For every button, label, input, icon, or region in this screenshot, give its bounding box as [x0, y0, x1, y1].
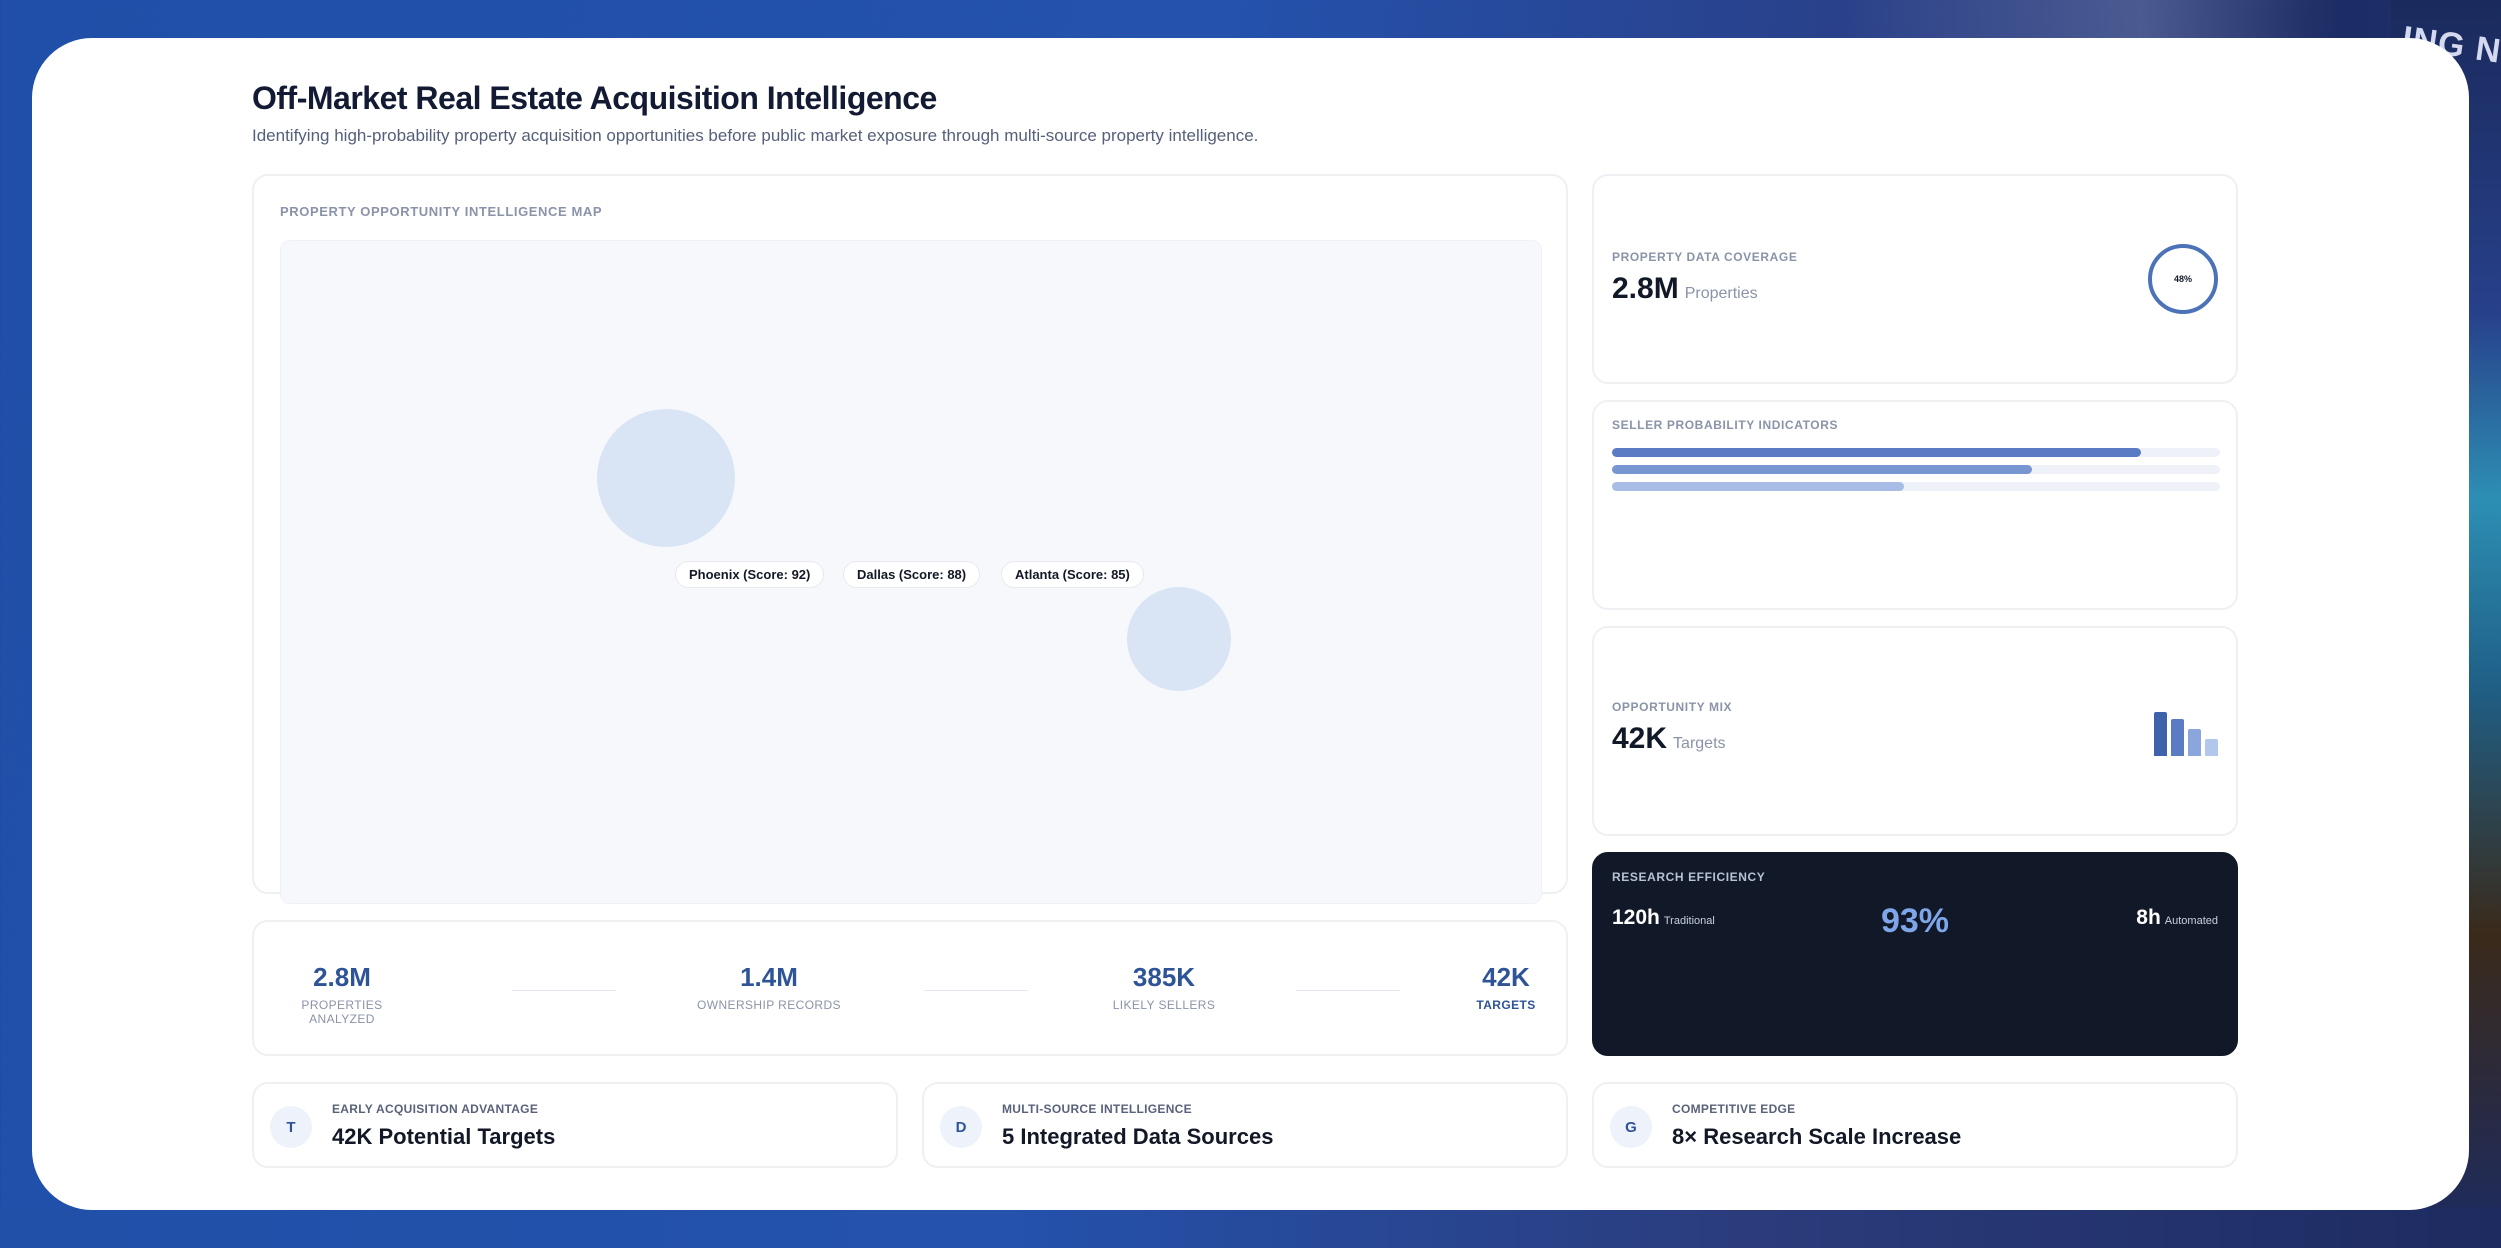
- efficiency-automated-label: Automated: [2164, 915, 2218, 927]
- opportunity-mix-unit: Targets: [1673, 735, 1726, 752]
- dashboard-card: Off-Market Real Estate Acquisition Intel…: [32, 38, 2469, 1210]
- map-bubble-atlanta[interactable]: [1127, 587, 1231, 691]
- stat-label: OWNERSHIP RECORDS: [697, 998, 841, 1012]
- efficiency-row: 120h Traditional 93% 8h Automated: [1612, 902, 2218, 942]
- background-glow: [1841, 0, 2341, 40]
- feature-value: 42K Potential Targets: [332, 1124, 556, 1149]
- seller-bar-track: [1612, 482, 2220, 491]
- map-pin-dallas[interactable]: Dallas (Score: 88): [843, 561, 981, 588]
- stat-value: 42K: [1482, 962, 1530, 992]
- coverage-card[interactable]: PROPERTY DATA COVERAGE 2.8M Properties 48…: [1592, 174, 2238, 384]
- background-bottom-band: [0, 1208, 2501, 1248]
- mix-bar: [2188, 729, 2201, 756]
- map-pin-phoenix[interactable]: Phoenix (Score: 92): [675, 561, 825, 588]
- coverage-unit: Properties: [1684, 285, 1758, 302]
- feature-value: 8× Research Scale Increase: [1672, 1124, 1962, 1149]
- feature-badge: D: [940, 1106, 982, 1148]
- efficiency-automated: 8h Automated: [2136, 906, 2218, 930]
- map-panel-label: PROPERTY OPPORTUNITY INTELLIGENCE MAP: [280, 204, 603, 219]
- map-panel: PROPERTY OPPORTUNITY INTELLIGENCE MAP Ph…: [252, 174, 1568, 904]
- seller-bar-fill: [1612, 465, 2032, 474]
- seller-bar-fill: [1612, 482, 1904, 491]
- map-pin-atlanta[interactable]: Atlanta (Score: 85): [1001, 561, 1144, 588]
- coverage-label: PROPERTY DATA COVERAGE: [1612, 250, 1798, 264]
- opportunity-mix-card[interactable]: OPPORTUNITY MIX 42K Targets: [1592, 626, 2238, 836]
- stat-value: 1.4M: [740, 962, 798, 992]
- seller-bar-fill: [1612, 448, 2141, 457]
- seller-bar-track: [1612, 465, 2220, 474]
- research-efficiency-label: RESEARCH EFFICIENCY: [1612, 870, 1766, 884]
- coverage-value: 2.8M: [1612, 272, 1679, 305]
- mix-bar: [2171, 719, 2184, 756]
- coverage-ring: 48%: [2148, 244, 2218, 314]
- seller-bar-track: [1612, 448, 2220, 457]
- opportunity-map[interactable]: Phoenix (Score: 92) Dallas (Score: 88) A…: [280, 240, 1542, 904]
- stat-label: PROPERTIES ANALYZED: [301, 998, 383, 1026]
- stat-divider: [924, 990, 1028, 991]
- feature-badge: T: [270, 1106, 312, 1148]
- efficiency-percent: 93%: [1880, 902, 1950, 940]
- opportunity-mix-label: OPPORTUNITY MIX: [1612, 700, 1733, 714]
- stat-targets: 42K TARGETS: [1468, 962, 1544, 1012]
- opportunity-mix-value: 42K: [1612, 722, 1668, 755]
- opportunity-mix-bars: [2154, 710, 2218, 756]
- mix-bar: [2205, 739, 2218, 756]
- stat-value: 385K: [1132, 962, 1196, 992]
- stat-divider: [512, 990, 616, 991]
- feature-card-multi-source[interactable]: D MULTI-SOURCE INTELLIGENCE 5 Integrated…: [922, 1082, 1568, 1168]
- seller-probability-card[interactable]: SELLER PROBABILITY INDICATORS: [1592, 400, 2238, 610]
- research-efficiency-card[interactable]: RESEARCH EFFICIENCY 120h Traditional 93% …: [1592, 852, 2238, 1056]
- stat-ownership-records: 1.4M OWNERSHIP RECORDS: [694, 962, 844, 1012]
- stat-likely-sellers: 385K LIKELY SELLERS: [1104, 962, 1224, 1012]
- feature-label: EARLY ACQUISITION ADVANTAGE: [332, 1102, 539, 1116]
- feature-badge: G: [1610, 1106, 1652, 1148]
- feature-card-early-acquisition[interactable]: T EARLY ACQUISITION ADVANTAGE 42K Potent…: [252, 1082, 898, 1168]
- feature-label: MULTI-SOURCE INTELLIGENCE: [1002, 1102, 1192, 1116]
- feature-card-competitive-edge[interactable]: G COMPETITIVE EDGE 8× Research Scale Inc…: [1592, 1082, 2238, 1168]
- feature-label: COMPETITIVE EDGE: [1672, 1102, 1796, 1116]
- stat-label: LIKELY SELLERS: [1112, 998, 1216, 1012]
- stat-value: 2.8M: [313, 962, 371, 992]
- coverage-value-row: 2.8M Properties: [1612, 272, 1758, 306]
- opportunity-mix-value-row: 42K Targets: [1612, 722, 1726, 756]
- stat-divider: [1296, 990, 1400, 991]
- feature-value: 5 Integrated Data Sources: [1002, 1124, 1274, 1149]
- efficiency-automated-value: 8h: [2136, 906, 2161, 929]
- page-subtitle: Identifying high-probability property ac…: [252, 126, 1259, 145]
- stat-properties-analyzed: 2.8M PROPERTIES ANALYZED: [280, 962, 404, 1026]
- page-title: Off-Market Real Estate Acquisition Intel…: [252, 80, 937, 116]
- stat-label: TARGETS: [1476, 998, 1536, 1012]
- funnel-stats-panel: 2.8M PROPERTIES ANALYZED 1.4M OWNERSHIP …: [252, 920, 1568, 1056]
- map-bubble-phoenix[interactable]: [597, 409, 735, 547]
- seller-probability-label: SELLER PROBABILITY INDICATORS: [1612, 418, 1839, 432]
- mix-bar: [2154, 712, 2167, 756]
